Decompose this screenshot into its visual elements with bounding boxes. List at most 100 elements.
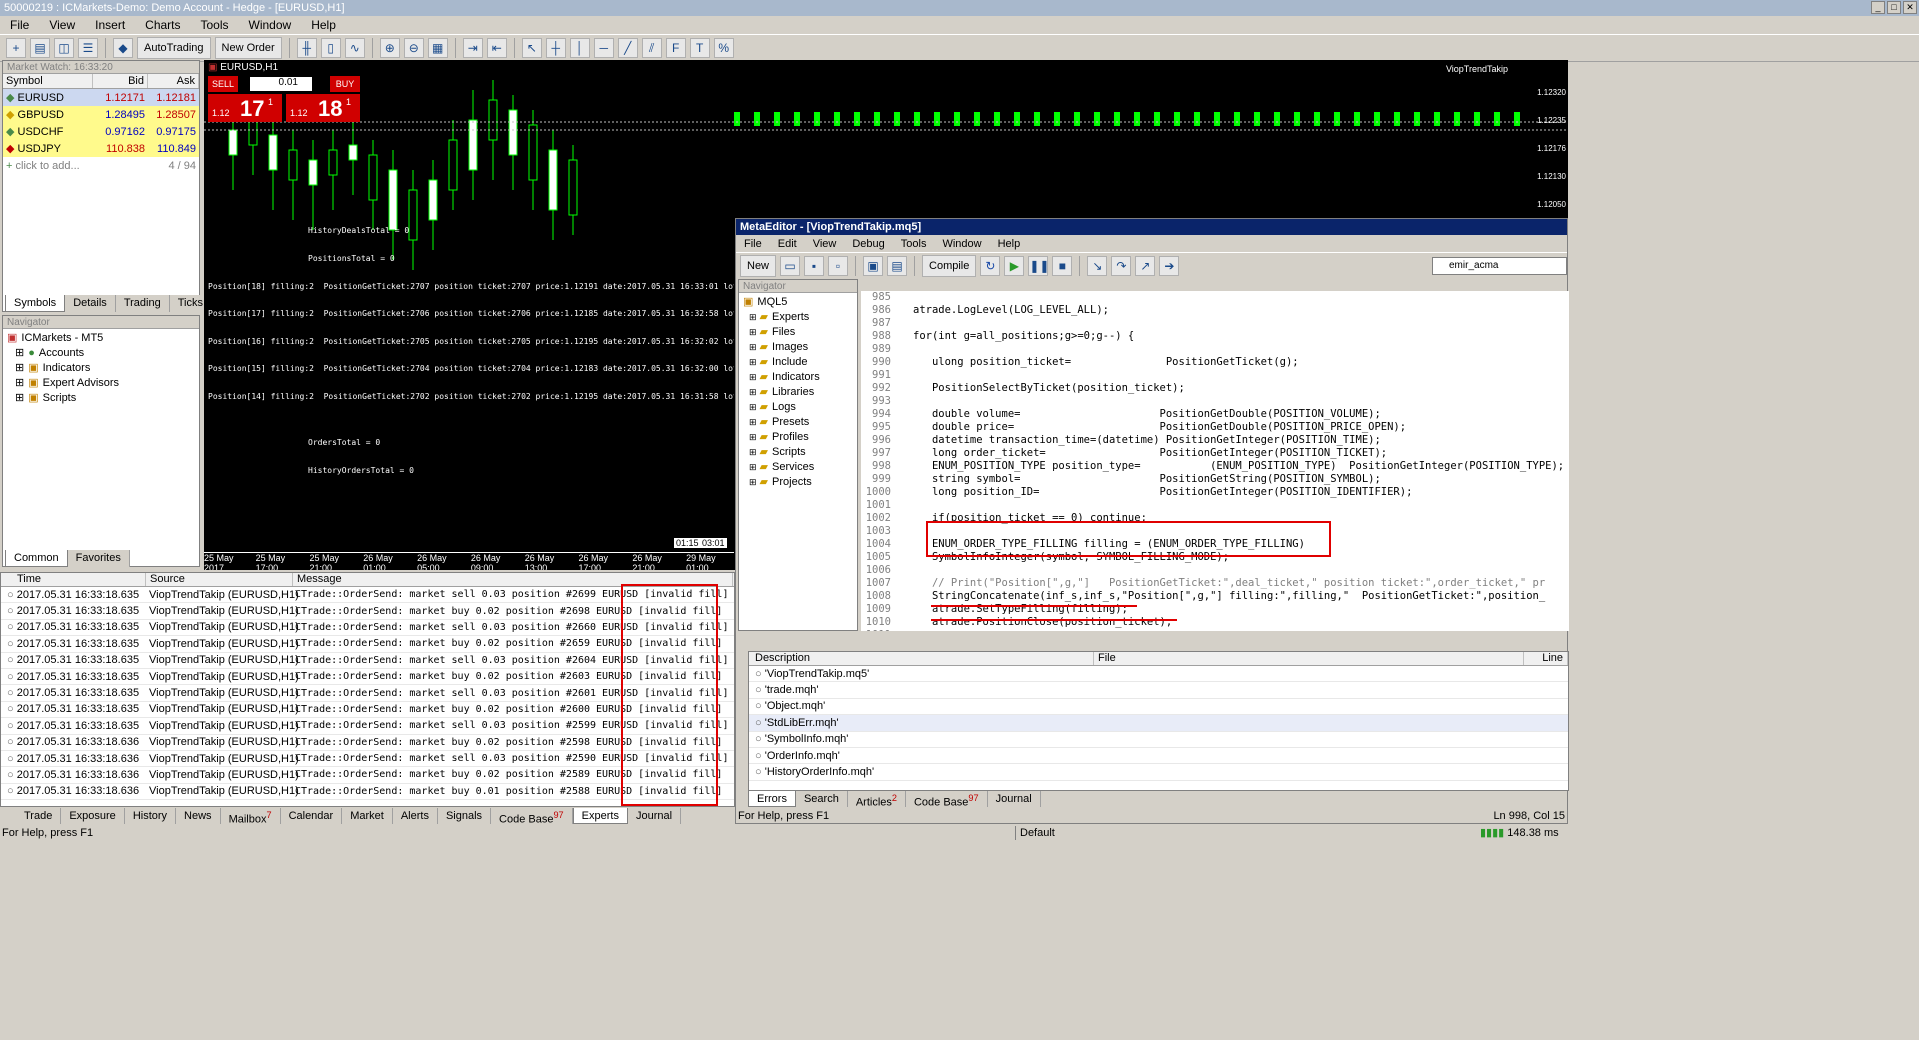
me-nav-item[interactable]: ⊞ ▰ Indicators <box>743 370 853 385</box>
sell-price[interactable]: 1.12 17 1 <box>208 94 282 122</box>
nav-accounts[interactable]: ⊞ ● Accounts <box>7 346 195 361</box>
menu-window[interactable]: Window <box>239 18 302 32</box>
tab-alerts[interactable]: Alerts <box>393 808 438 824</box>
error-row[interactable]: ○ 'HistoryOrderInfo.mqh' <box>749 764 1568 781</box>
minimize-button[interactable]: _ <box>1871 1 1885 14</box>
run-to-icon[interactable]: ➔ <box>1159 255 1180 276</box>
code-editor[interactable]: 985 986 atrade.LogLevel(LOG_LEVEL_ALL); 987… <box>861 291 1569 631</box>
me-nav-item[interactable]: ⊞ ▰ Logs <box>743 400 853 415</box>
maximize-button[interactable]: □ <box>1887 1 1901 14</box>
nav-root[interactable]: ▣ ICMarkets - MT5 <box>7 331 195 346</box>
new-order-button[interactable]: New Order <box>214 37 282 59</box>
crosshair-icon[interactable]: ┼ <box>545 38 566 58</box>
buy-button[interactable]: BUY <box>330 76 360 92</box>
me-tab-articles[interactable]: Articles2 <box>848 791 906 809</box>
col-description[interactable]: Description <box>749 652 1094 665</box>
tab-trading[interactable]: Trading <box>116 295 170 312</box>
pause-icon[interactable]: ❚❚ <box>1028 255 1049 276</box>
fibo-icon[interactable]: F <box>665 38 686 58</box>
tab-journal[interactable]: Journal <box>628 808 682 824</box>
tab-favorites[interactable]: Favorites <box>68 550 130 567</box>
me-nav-item[interactable]: ⊞ ▰ Files <box>743 325 853 340</box>
menu-help[interactable]: Help <box>301 18 346 32</box>
candle-chart-icon[interactable]: ▯ <box>320 38 341 58</box>
line-chart-icon[interactable]: ∿ <box>344 38 365 58</box>
col-ask[interactable]: Ask <box>148 74 199 88</box>
nav-indicators[interactable]: ⊞ ▣ Indicators <box>7 361 195 376</box>
tab-symbols[interactable]: Symbols <box>5 295 66 312</box>
me-nav-item[interactable]: ⊞ ▰ Presets <box>743 415 853 430</box>
debug-icon[interactable]: ↻ <box>980 255 1001 276</box>
me-menu-view[interactable]: View <box>805 238 845 250</box>
tile-windows-icon[interactable]: ▦ <box>427 38 448 58</box>
menu-view[interactable]: View <box>39 18 85 32</box>
me-nav-item[interactable]: ⊞ ▰ Experts <box>743 310 853 325</box>
tab-common[interactable]: Common <box>5 550 68 567</box>
shapes-icon[interactable]: % <box>713 38 734 58</box>
me-nav-root[interactable]: ▣ MQL5 <box>743 295 853 310</box>
compile-button[interactable]: Compile <box>922 254 977 277</box>
cursor-icon[interactable]: ↖ <box>521 38 542 58</box>
zoom-in-icon[interactable]: ⊕ <box>379 38 400 58</box>
me-tab-codebase[interactable]: Code Base97 <box>906 791 988 809</box>
col-bid[interactable]: Bid <box>93 74 148 88</box>
navigator-icon[interactable]: ☰ <box>78 38 98 58</box>
tab-market[interactable]: Market <box>342 808 393 824</box>
error-row[interactable]: ○ 'ViopTrendTakip.mq5' <box>749 666 1568 683</box>
stop-icon[interactable]: ■ <box>1052 255 1073 276</box>
mw-row-usdjpy[interactable]: ◆ USDJPY 110.838 110.849 <box>3 140 199 157</box>
open-icon[interactable]: ▭ <box>780 255 801 276</box>
col-file[interactable]: File <box>1094 652 1524 665</box>
mw-row-usdchf[interactable]: ◆ USDCHF 0.97162 0.97175 <box>3 123 199 140</box>
tab-mailbox[interactable]: Mailbox7 <box>221 808 281 826</box>
me-tab-search[interactable]: Search <box>796 791 848 807</box>
sell-button[interactable]: SELL <box>208 76 238 92</box>
menu-tools[interactable]: Tools <box>191 18 239 32</box>
zoom-out-icon[interactable]: ⊖ <box>403 38 424 58</box>
me-nav-item[interactable]: ⊞ ▰ Libraries <box>743 385 853 400</box>
vertical-line-icon[interactable]: │ <box>569 38 590 58</box>
step-over-icon[interactable]: ↷ <box>1111 255 1132 276</box>
ide-icon[interactable]: ◆ <box>113 38 133 58</box>
bar-chart-icon[interactable]: ╫ <box>296 38 317 58</box>
me-nav-item[interactable]: ⊞ ▰ Profiles <box>743 430 853 445</box>
tab-signals[interactable]: Signals <box>438 808 492 824</box>
me-search-input[interactable]: emir_acma <box>1432 256 1567 275</box>
tab-history[interactable]: History <box>125 808 177 824</box>
text-icon[interactable]: T <box>689 38 710 58</box>
me-tab-errors[interactable]: Errors <box>748 791 796 807</box>
me-nav-item[interactable]: ⊞ ▰ Images <box>743 340 853 355</box>
error-row[interactable]: ○ 'trade.mqh' <box>749 682 1568 699</box>
me-menu-window[interactable]: Window <box>934 238 989 250</box>
step-into-icon[interactable]: ↘ <box>1087 255 1108 276</box>
lot-input[interactable]: 0.01 <box>250 77 312 91</box>
error-row[interactable]: ○ 'OrderInfo.mqh' <box>749 748 1568 765</box>
tab-experts[interactable]: Experts <box>572 808 628 824</box>
mw-row-eurusd[interactable]: ◆ EURUSD 1.12171 1.12181 <box>3 89 199 106</box>
col-time[interactable]: Time <box>1 573 146 586</box>
market-watch-icon[interactable]: ◫ <box>54 38 74 58</box>
trendline-icon[interactable]: ╱ <box>617 38 638 58</box>
menu-insert[interactable]: Insert <box>85 18 135 32</box>
menu-charts[interactable]: Charts <box>135 18 190 32</box>
me-menu-debug[interactable]: Debug <box>844 238 892 250</box>
me-nav-item[interactable]: ⊞ ▰ Projects <box>743 475 853 490</box>
tab-codebase[interactable]: Code Base97 <box>491 808 573 826</box>
step-out-icon[interactable]: ↗ <box>1135 255 1156 276</box>
toolbox-toggle-icon[interactable]: ▤ <box>887 255 908 276</box>
start-icon[interactable]: ▶ <box>1004 255 1025 276</box>
me-nav-item[interactable]: ⊞ ▰ Services <box>743 460 853 475</box>
tab-trade[interactable]: Trade <box>16 808 62 824</box>
me-menu-help[interactable]: Help <box>990 238 1029 250</box>
channel-icon[interactable]: ⫽ <box>641 38 662 58</box>
save-all-icon[interactable]: ▫ <box>828 255 849 276</box>
new-chart-icon[interactable]: + <box>6 38 26 58</box>
menu-file[interactable]: File <box>0 18 39 32</box>
close-button[interactable]: ✕ <box>1903 1 1917 14</box>
profiles-icon[interactable]: ▤ <box>30 38 50 58</box>
error-row[interactable]: ○ 'Object.mqh' <box>749 699 1568 716</box>
horizontal-line-icon[interactable]: ─ <box>593 38 614 58</box>
error-row[interactable]: ○ 'SymbolInfo.mqh' <box>749 732 1568 748</box>
autoscroll-icon[interactable]: ⇥ <box>462 38 483 58</box>
tab-calendar[interactable]: Calendar <box>281 808 343 824</box>
